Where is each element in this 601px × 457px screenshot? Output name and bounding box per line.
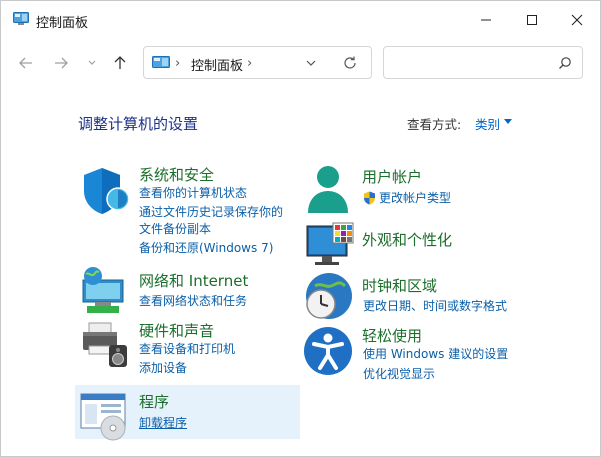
- link-change-account-type[interactable]: 更改帐户类型: [379, 190, 451, 206]
- control-panel-app-icon: [13, 12, 29, 25]
- category-title-clock-region[interactable]: 时钟和区域: [362, 275, 437, 296]
- control-panel-window: 控制面板 › 控制面板 › 调整计算机的设置 查看方式: 类别 系统和安全 查看…: [0, 0, 601, 457]
- refresh-icon[interactable]: [342, 55, 358, 71]
- recent-locations-button[interactable]: [83, 51, 99, 75]
- category-title-system-security[interactable]: 系统和安全: [139, 164, 214, 185]
- link-file-history-cont[interactable]: 文件备份副本: [139, 221, 211, 237]
- network-globe-icon[interactable]: [79, 266, 131, 318]
- page-title: 调整计算机的设置: [78, 115, 199, 133]
- title-bar[interactable]: 控制面板: [1, 1, 600, 39]
- breadcrumb-separator-icon[interactable]: ›: [247, 56, 252, 71]
- arrow-left-icon: [19, 57, 32, 69]
- breadcrumb-separator-icon: ›: [175, 56, 181, 71]
- link-view-computer-status[interactable]: 查看你的计算机状态: [139, 185, 247, 201]
- link-uninstall-program[interactable]: 卸载程序: [139, 415, 187, 431]
- link-devices-printers[interactable]: 查看设备和打印机: [139, 341, 235, 357]
- category-title-programs[interactable]: 程序: [139, 391, 169, 412]
- maximize-button[interactable]: [509, 1, 555, 39]
- clock-globe-icon[interactable]: [303, 272, 355, 324]
- minimize-icon: [481, 19, 491, 21]
- close-button[interactable]: [554, 1, 600, 39]
- shield-icon[interactable]: [80, 165, 132, 217]
- link-windows-recommended-settings[interactable]: 使用 Windows 建议的设置: [363, 346, 508, 362]
- search-input[interactable]: [390, 53, 554, 74]
- maximize-icon: [527, 15, 537, 25]
- view-by-dropdown[interactable]: 类别: [475, 114, 500, 133]
- back-button[interactable]: [15, 51, 37, 75]
- uac-shield-icon: [364, 191, 375, 205]
- category-title-hardware-sound[interactable]: 硬件和声音: [139, 320, 214, 341]
- user-icon[interactable]: [304, 163, 356, 215]
- close-icon: [571, 14, 583, 26]
- breadcrumb-control-panel[interactable]: 控制面板: [191, 55, 243, 74]
- category-title-user-accounts[interactable]: 用户帐户: [362, 166, 422, 187]
- programs-disc-icon[interactable]: [79, 390, 131, 442]
- search-box[interactable]: [383, 46, 583, 79]
- forward-button[interactable]: [50, 51, 72, 75]
- category-title-appearance-personalization[interactable]: 外观和个性化: [362, 229, 452, 250]
- arrow-up-icon: [114, 56, 126, 69]
- view-by-label: 查看方式:: [407, 117, 462, 132]
- category-title-ease-of-access[interactable]: 轻松使用: [362, 325, 422, 346]
- link-add-device[interactable]: 添加设备: [139, 360, 187, 376]
- link-network-status[interactable]: 查看网络状态和任务: [139, 293, 247, 309]
- arrow-right-icon: [55, 57, 68, 69]
- link-change-date-time-format[interactable]: 更改日期、时间或数字格式: [363, 298, 507, 314]
- chevron-down-icon: [88, 60, 96, 65]
- search-icon[interactable]: [558, 56, 572, 70]
- address-bar[interactable]: › 控制面板 ›: [143, 46, 372, 79]
- control-panel-location-icon: [152, 56, 170, 68]
- up-button[interactable]: [109, 51, 131, 75]
- category-title-network-internet[interactable]: 网络和 Internet: [139, 270, 248, 291]
- link-backup-restore[interactable]: 备份和还原(Windows 7): [139, 240, 273, 256]
- minimize-button[interactable]: [463, 1, 509, 39]
- window-title: 控制面板: [36, 16, 89, 31]
- monitor-palette-icon[interactable]: [305, 222, 357, 274]
- accessibility-icon[interactable]: [303, 326, 355, 378]
- caret-down-icon[interactable]: [504, 119, 512, 125]
- chevron-down-icon[interactable]: [305, 56, 317, 70]
- link-file-history[interactable]: 通过文件历史记录保存你的: [139, 204, 283, 220]
- link-optimize-visual-display[interactable]: 优化视觉显示: [363, 366, 435, 382]
- printer-speaker-icon[interactable]: [79, 319, 131, 371]
